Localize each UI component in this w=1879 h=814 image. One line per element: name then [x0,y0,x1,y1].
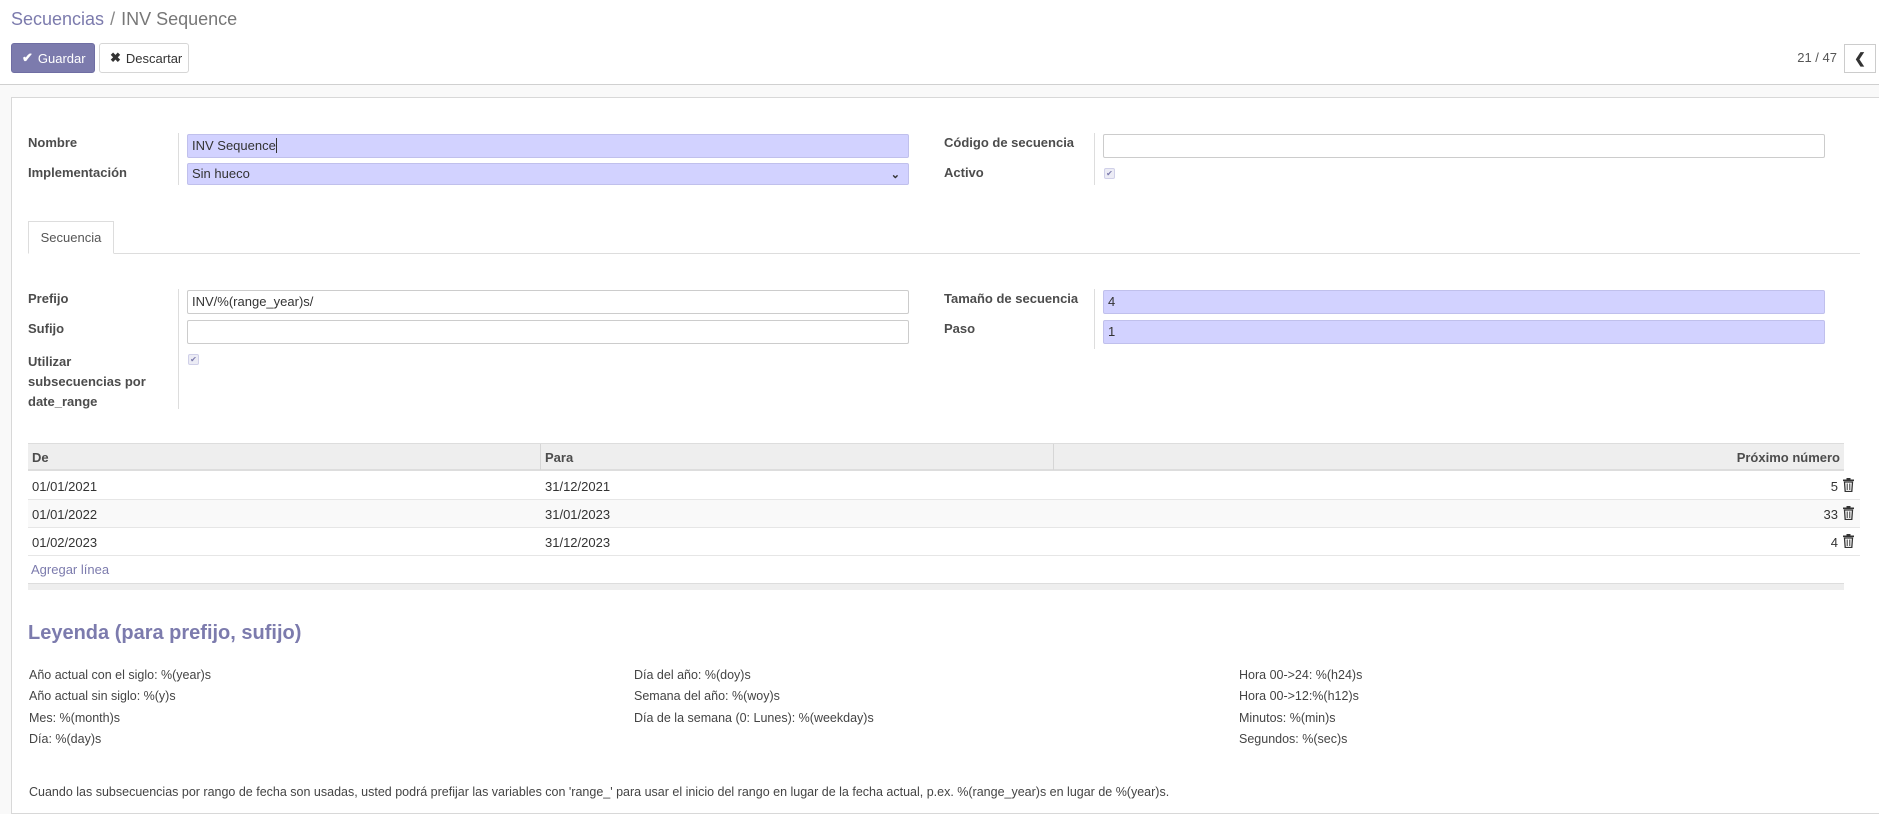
table-row[interactable]: 01/01/2022 31/01/2023 33 [28,500,1860,528]
breadcrumb-separator: / [110,9,116,29]
tab-sequence[interactable]: Secuencia [28,221,114,254]
cell-next-number: 4 [1830,535,1838,550]
check-icon: ✔ [190,355,197,364]
label-divider [1094,133,1095,185]
discard-button[interactable]: ✖ Descartar [99,43,189,73]
step-value: 1 [1108,324,1116,339]
suffix-label: Sufijo [28,321,65,336]
size-field[interactable]: 4 [1103,290,1825,314]
prefix-value: INV/%(range_year)s/ [192,294,314,309]
column-divider [1053,444,1054,470]
chevron-down-icon: ⌄ [890,169,900,181]
column-header-next-number[interactable]: Próximo número [1737,450,1840,465]
breadcrumb-parent[interactable]: Secuencias [11,9,104,29]
table-row[interactable]: 01/02/2023 31/12/2023 4 [28,528,1860,556]
legend-item: Hora 00->24: %(h24)s [1239,668,1363,682]
code-label: Código de secuencia [944,135,1075,150]
legend-note: Cuando las subsecuencias por rango de fe… [29,785,1170,799]
table-header: De Para Próximo número [28,443,1844,471]
legend-item: Día: %(day)s [29,732,102,746]
cell-next-number: 5 [1830,479,1838,494]
breadcrumb-current: INV Sequence [121,9,238,29]
table-footer [28,583,1844,590]
step-field[interactable]: 1 [1103,320,1825,344]
legend-item: Día de la semana (0: Lunes): %(weekday)s [634,711,874,725]
active-checkbox[interactable]: ✔ [1104,168,1115,179]
suffix-field[interactable] [187,320,909,344]
trash-icon[interactable] [1843,506,1854,520]
prefix-label: Prefijo [28,291,69,306]
column-header-to[interactable]: Para [545,450,573,465]
label-divider [1094,289,1095,349]
label-divider [178,133,179,185]
table-row[interactable]: 01/01/2021 31/12/2021 5 [28,472,1860,500]
cell-next-number: 33 [1823,507,1838,522]
implementation-value: Sin hueco [192,166,250,181]
text-cursor [275,138,277,153]
trash-icon[interactable] [1843,534,1854,548]
legend-item: Segundos: %(sec)s [1239,732,1348,746]
legend-item: Mes: %(month)s [29,711,120,725]
cell-to: 31/12/2023 [545,535,611,550]
label-divider [178,289,179,409]
pager-value[interactable]: 21 / 47 [1797,50,1837,65]
tab-sequence-label: Secuencia [40,230,102,245]
cell-from: 01/01/2022 [32,507,98,522]
discard-button-label: Descartar [125,50,183,66]
legend-item: Día del año: %(doy)s [634,668,751,682]
code-field[interactable] [1103,134,1825,158]
chevron-left-icon: ❮ [1854,50,1866,66]
breadcrumb: Secuencias / INV Sequence [11,9,237,30]
legend-item: Hora 00->12:%(h12)s [1239,689,1359,703]
pager-previous-button[interactable]: ❮ [1844,44,1876,73]
check-icon: ✔ [1106,169,1113,178]
use-date-range-label-line: Utilizar [28,354,72,369]
check-icon: ✔ [22,50,33,65]
cell-to: 31/01/2023 [545,507,611,522]
use-date-range-label-line: date_range [28,394,98,409]
trash-icon[interactable] [1843,478,1854,492]
implementation-select[interactable]: Sin hueco ⌄ [187,163,909,185]
legend-item: Semana del año: %(woy)s [634,689,780,703]
implementation-label: Implementación [28,165,127,180]
legend-item: Año actual sin siglo: %(y)s [29,689,176,703]
legend-title: Leyenda (para prefijo, sufijo) [28,622,302,644]
tabs-divider [28,253,1860,254]
use-date-range-label: Utilizar subsecuencias por date_range [28,352,146,412]
save-button[interactable]: ✔ Guardar [11,43,95,73]
step-label: Paso [944,321,976,336]
size-label: Tamaño de secuencia [944,291,1079,306]
prefix-field[interactable]: INV/%(range_year)s/ [187,290,909,314]
cell-from: 01/02/2023 [32,535,98,550]
name-field[interactable]: INV Sequence [187,134,909,158]
cell-to: 31/12/2021 [545,479,611,494]
column-header-from[interactable]: De [32,450,49,465]
add-line-link[interactable]: Agregar línea [31,562,109,577]
use-date-range-label-line: subsecuencias por [28,374,146,389]
legend-item: Minutos: %(min)s [1239,711,1336,725]
column-divider [540,444,541,470]
size-value: 4 [1108,294,1116,309]
save-button-label: Guardar [37,50,86,66]
control-panel: Secuencias / INV Sequence ✔ Guardar ✖ Desc… [0,0,1879,85]
name-value: INV Sequence [192,138,276,153]
use-date-range-checkbox[interactable]: ✔ [188,354,199,365]
close-icon: ✖ [110,50,121,65]
legend-item: Año actual con el siglo: %(year)s [29,668,212,682]
name-label: Nombre [28,135,78,150]
cell-from: 01/01/2021 [32,479,98,494]
active-label: Activo [944,165,984,180]
